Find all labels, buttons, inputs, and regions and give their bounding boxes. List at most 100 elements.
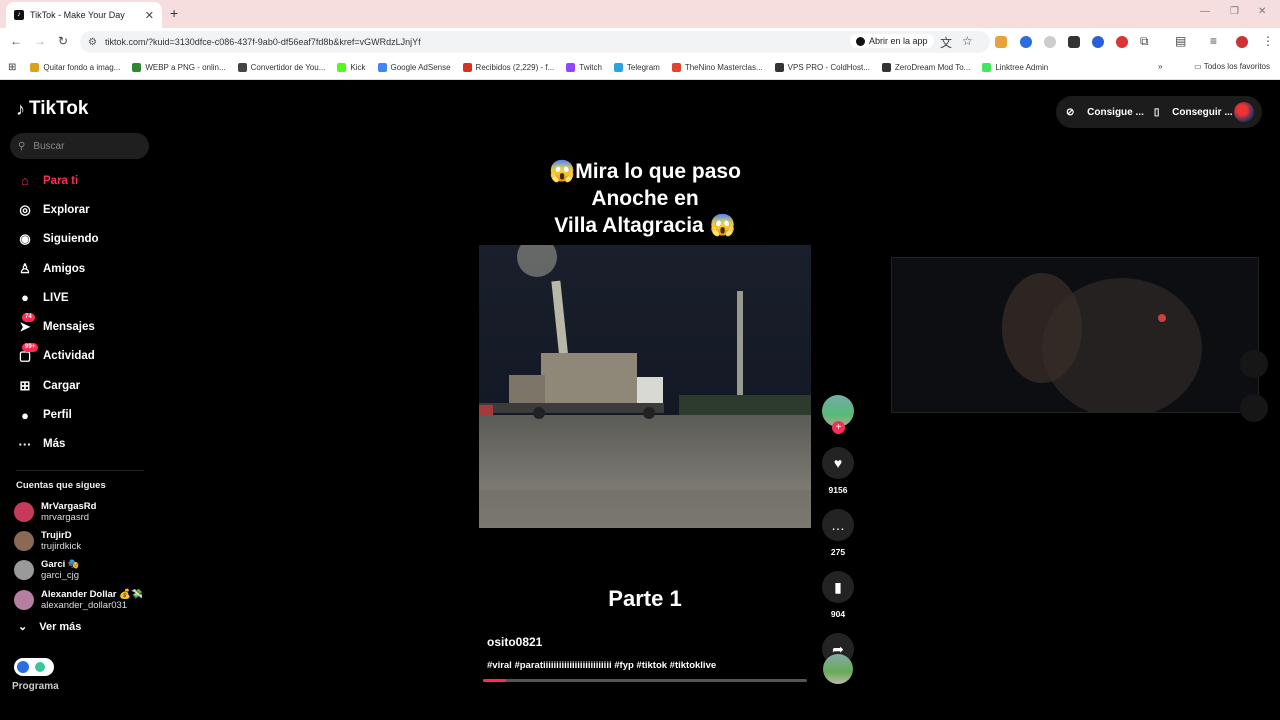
notification-badge: 99+: [22, 342, 39, 352]
following-account[interactable]: MrVargasRd mrvargasrd: [14, 497, 143, 526]
friends-icon: ♙: [19, 260, 31, 276]
open-in-app-button[interactable]: Abrir en la app: [850, 34, 934, 48]
account-name: TrujirD: [41, 529, 72, 541]
video-player[interactable]: [479, 245, 811, 528]
extensions-puzzle-icon[interactable]: ⧉: [1140, 34, 1149, 49]
program-icon: [17, 661, 29, 673]
get-coins-button[interactable]: ⊘ Consigue ...: [1066, 107, 1144, 118]
bookmark-favicon-icon: [30, 63, 40, 72]
sidebar-item-amigos[interactable]: ♙ Amigos: [0, 254, 160, 283]
sidebar-item-label: Más: [43, 438, 66, 451]
bookmark-item[interactable]: Kick: [337, 63, 366, 72]
previous-video-button[interactable]: [1240, 350, 1268, 378]
see-more-button[interactable]: ⌄ Ver más: [18, 620, 81, 634]
video-progress-bar[interactable]: [483, 679, 807, 682]
bookmark-star-icon[interactable]: ☆: [962, 34, 973, 48]
next-video-button[interactable]: [1240, 394, 1268, 422]
bookmark-favicon-icon: [774, 63, 784, 72]
sidebar-item-siguiendo[interactable]: ◉ Siguiendo: [0, 225, 160, 254]
extension-icon[interactable]: [1044, 36, 1056, 48]
tiktok-logo[interactable]: ♪ TikTok: [16, 98, 88, 120]
bookmark-icon[interactable]: ▮: [822, 571, 854, 603]
bookmark-item[interactable]: TheNino Masterclas...: [671, 63, 763, 72]
minimize-icon[interactable]: —: [1200, 6, 1210, 17]
extension-icon[interactable]: [1092, 36, 1104, 48]
bookmark-item[interactable]: Twitch: [566, 63, 602, 72]
sidebar-item-actividad[interactable]: ▢ 99+ Actividad: [0, 342, 160, 371]
apps-grid-icon[interactable]: ⊞: [8, 62, 16, 73]
following-account[interactable]: Garci 🎭 garci_cjg: [14, 556, 143, 585]
bookmark-item[interactable]: Recibidos (2,229) - f...: [462, 63, 554, 72]
video-actions: + ♥ 9156 … 275 ▮ 904 ➦ 713: [822, 395, 854, 681]
reload-icon[interactable]: ↻: [58, 34, 68, 48]
video-progress-fill: [483, 679, 506, 682]
close-tab-icon[interactable]: ✕: [145, 9, 154, 22]
comment-icon[interactable]: …: [822, 509, 854, 541]
like-action: ♥ 9156: [822, 447, 854, 495]
program-label[interactable]: Programa: [12, 681, 59, 692]
bookmark-item[interactable]: Google AdSense: [377, 63, 451, 72]
avatar: [14, 501, 34, 522]
media-icon[interactable]: ▤: [1175, 34, 1186, 48]
account-text: TrujirD trujirdkick: [41, 530, 81, 552]
forward-icon[interactable]: →: [34, 34, 46, 48]
sidebar-item-para-ti[interactable]: ⌂ Para ti: [0, 166, 160, 195]
more-icon: ···: [18, 436, 32, 452]
sidebar-item-cargar[interactable]: ⊞ Cargar: [0, 371, 160, 400]
translate-icon[interactable]: 文: [940, 34, 952, 51]
extension-icon[interactable]: [1020, 36, 1032, 48]
close-window-icon[interactable]: ✕: [1258, 6, 1266, 17]
program-badge[interactable]: [14, 658, 54, 676]
bookmark-item[interactable]: WEBP a PNG - onlin...: [132, 63, 226, 72]
sidebar-nav: ⌂ Para ti ◎ Explorar ◉ Siguiendo ♙ Amigos ● LIVE ➤…: [0, 166, 160, 459]
sidebar-item-mensajes[interactable]: ➤ 74 Mensajes: [0, 312, 160, 341]
extension-icon[interactable]: [1068, 36, 1080, 48]
sidebar-item-label: Explorar: [43, 203, 90, 216]
bookmark-item[interactable]: Convertidor de You...: [237, 63, 325, 72]
bookmark-favicon-icon: [377, 63, 387, 72]
bookmark-item[interactable]: Telegram: [613, 63, 660, 72]
search-input[interactable]: ⚲ Buscar: [10, 133, 149, 159]
following-account[interactable]: TrujirD trujirdkick: [14, 526, 143, 555]
back-icon[interactable]: ←: [10, 34, 22, 48]
browser-tabbar: ♪ TikTok - Make Your Day ✕ + — ❐ ✕: [0, 0, 1280, 28]
user-avatar[interactable]: [1234, 102, 1254, 122]
heart-icon[interactable]: ♥: [822, 447, 854, 479]
bookmark-favicon-icon: [462, 63, 472, 72]
bookmark-item[interactable]: VPS PRO - ColdHost...: [774, 63, 870, 72]
bookmark-item[interactable]: Quitar fondo a imag...: [30, 63, 120, 72]
following-account[interactable]: Alexander Dollar 💰💸 alexander_dollar031: [14, 585, 143, 614]
site-info-icon[interactable]: ⚙: [88, 37, 97, 48]
new-tab-icon[interactable]: +: [170, 5, 178, 21]
get-app-button[interactable]: ▯ Conseguir ...: [1154, 107, 1233, 118]
restore-icon[interactable]: ❐: [1230, 6, 1239, 17]
bookmark-favicon-icon: [613, 63, 623, 72]
browser-tab[interactable]: ♪ TikTok - Make Your Day ✕: [6, 2, 162, 28]
video-frame: [479, 245, 811, 528]
music-disc-icon[interactable]: [823, 654, 853, 684]
tiktok-icon: [856, 36, 865, 46]
sidebar-item-perfil[interactable]: ● Perfil: [0, 400, 160, 429]
search-icon: ⚲: [18, 140, 26, 152]
more-bookmarks-icon[interactable]: »: [1158, 62, 1162, 71]
video-hashtags[interactable]: #viral #paratiiiiiiiiiiiiiiiiiiiiiiiiii …: [487, 660, 716, 671]
follow-plus-icon[interactable]: +: [832, 421, 845, 434]
menu-kebab-icon[interactable]: ⋮: [1262, 34, 1274, 48]
creator-avatar[interactable]: +: [822, 395, 854, 434]
profile-avatar-icon[interactable]: [1236, 36, 1248, 48]
all-bookmarks-folder[interactable]: ▭ Todos los favoritos: [1194, 62, 1270, 71]
video-author[interactable]: osito0821: [487, 635, 542, 649]
bookmark-favicon-icon: [881, 63, 891, 72]
extension-icon[interactable]: [995, 36, 1007, 48]
bookmark-item[interactable]: ZeroDream Mod To...: [881, 63, 970, 72]
bookmark-item[interactable]: Linktree Admin: [982, 63, 1048, 72]
adblock-icon[interactable]: [1116, 36, 1128, 48]
search-placeholder: Buscar: [33, 140, 65, 152]
sidebar-item-más[interactable]: ··· Más: [0, 430, 160, 459]
sidebar-item-label: Siguiendo: [43, 233, 99, 246]
sidebar-item-explorar[interactable]: ◎ Explorar: [0, 195, 160, 224]
account-name: MrVargasRd: [41, 500, 97, 512]
next-video-preview[interactable]: [891, 257, 1259, 413]
sidebar-item-live[interactable]: ● LIVE: [0, 283, 160, 312]
queue-icon[interactable]: ≡: [1210, 34, 1217, 48]
